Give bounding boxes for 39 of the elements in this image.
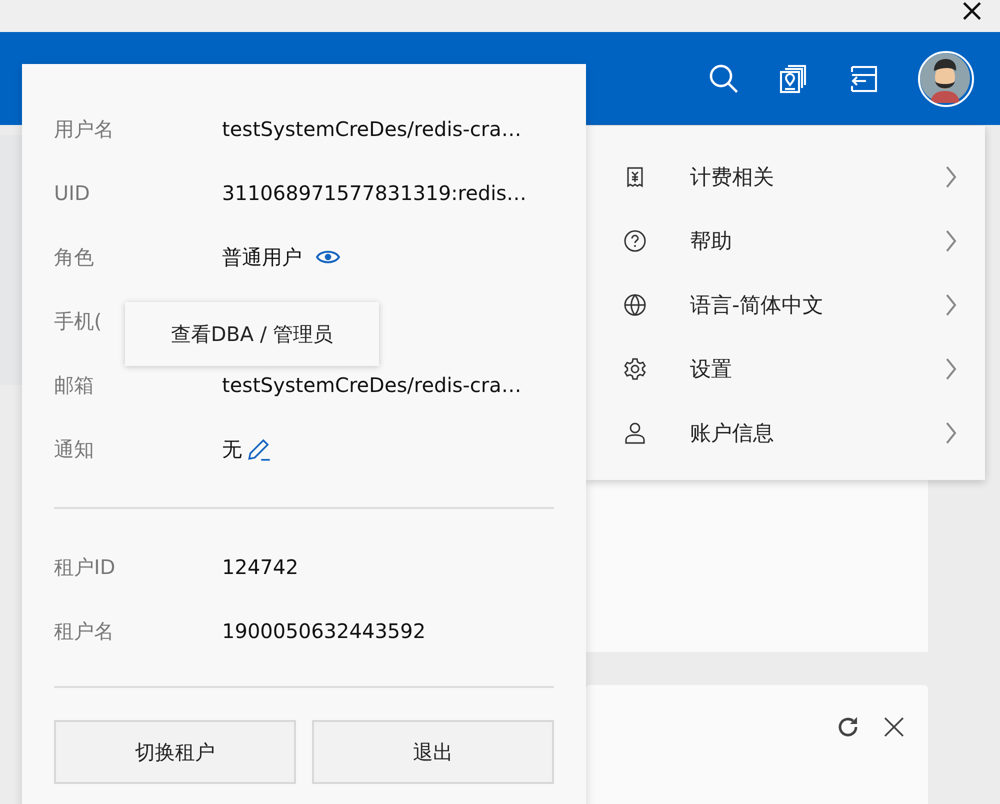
field-value: 无: [222, 436, 242, 462]
field-label: 通知: [54, 436, 94, 460]
chevron-icon: [945, 229, 957, 253]
edit-icon[interactable]: [246, 436, 272, 462]
field-label: 手机(: [54, 308, 102, 332]
field-label: 邮箱: [54, 372, 94, 396]
chevron-icon: [945, 357, 957, 381]
field-value: 1900050632443592: [222, 619, 426, 643]
menu-item[interactable]: 设置: [585, 337, 985, 401]
field-label: 用户名: [54, 116, 114, 140]
field-value: 普通用户: [222, 244, 302, 270]
menu-item[interactable]: 帮助: [585, 209, 985, 273]
search-icon[interactable]: [708, 62, 740, 94]
field-label: UID: [54, 181, 90, 205]
field-value: testSystemCreDes/redis-cra…: [222, 117, 522, 141]
avatar[interactable]: [918, 50, 974, 106]
eye-icon[interactable]: [316, 249, 340, 265]
field-label: 租户名: [54, 618, 114, 642]
chevron-icon: [945, 165, 957, 189]
settings-icon: [623, 357, 647, 381]
field-value: testSystemCreDes/redis-cra…: [222, 373, 522, 397]
action-button[interactable]: 切换租户: [54, 720, 296, 784]
close-icon[interactable]: [882, 715, 906, 739]
help-icon: [623, 229, 647, 253]
tooltip: 查看DBA / 管理员: [125, 302, 379, 366]
chevron-icon: [945, 293, 957, 317]
close-icon[interactable]: [962, 1, 982, 21]
field-value: 311068971577831319:redis…: [222, 181, 527, 205]
menu-item[interactable]: 语言-简体中文: [585, 273, 985, 337]
action-button[interactable]: 退出: [312, 720, 554, 784]
menu-item[interactable]: 计费相关: [585, 145, 985, 209]
globe-icon: [623, 293, 647, 317]
user-icon: [623, 421, 647, 445]
menu-item[interactable]: 账户信息: [585, 401, 985, 465]
field-label: 租户ID: [54, 554, 116, 578]
refresh-icon[interactable]: [836, 715, 860, 739]
chevron-icon: [945, 421, 957, 445]
field-label: 角色: [54, 244, 94, 268]
field-value: 124742: [222, 555, 298, 579]
